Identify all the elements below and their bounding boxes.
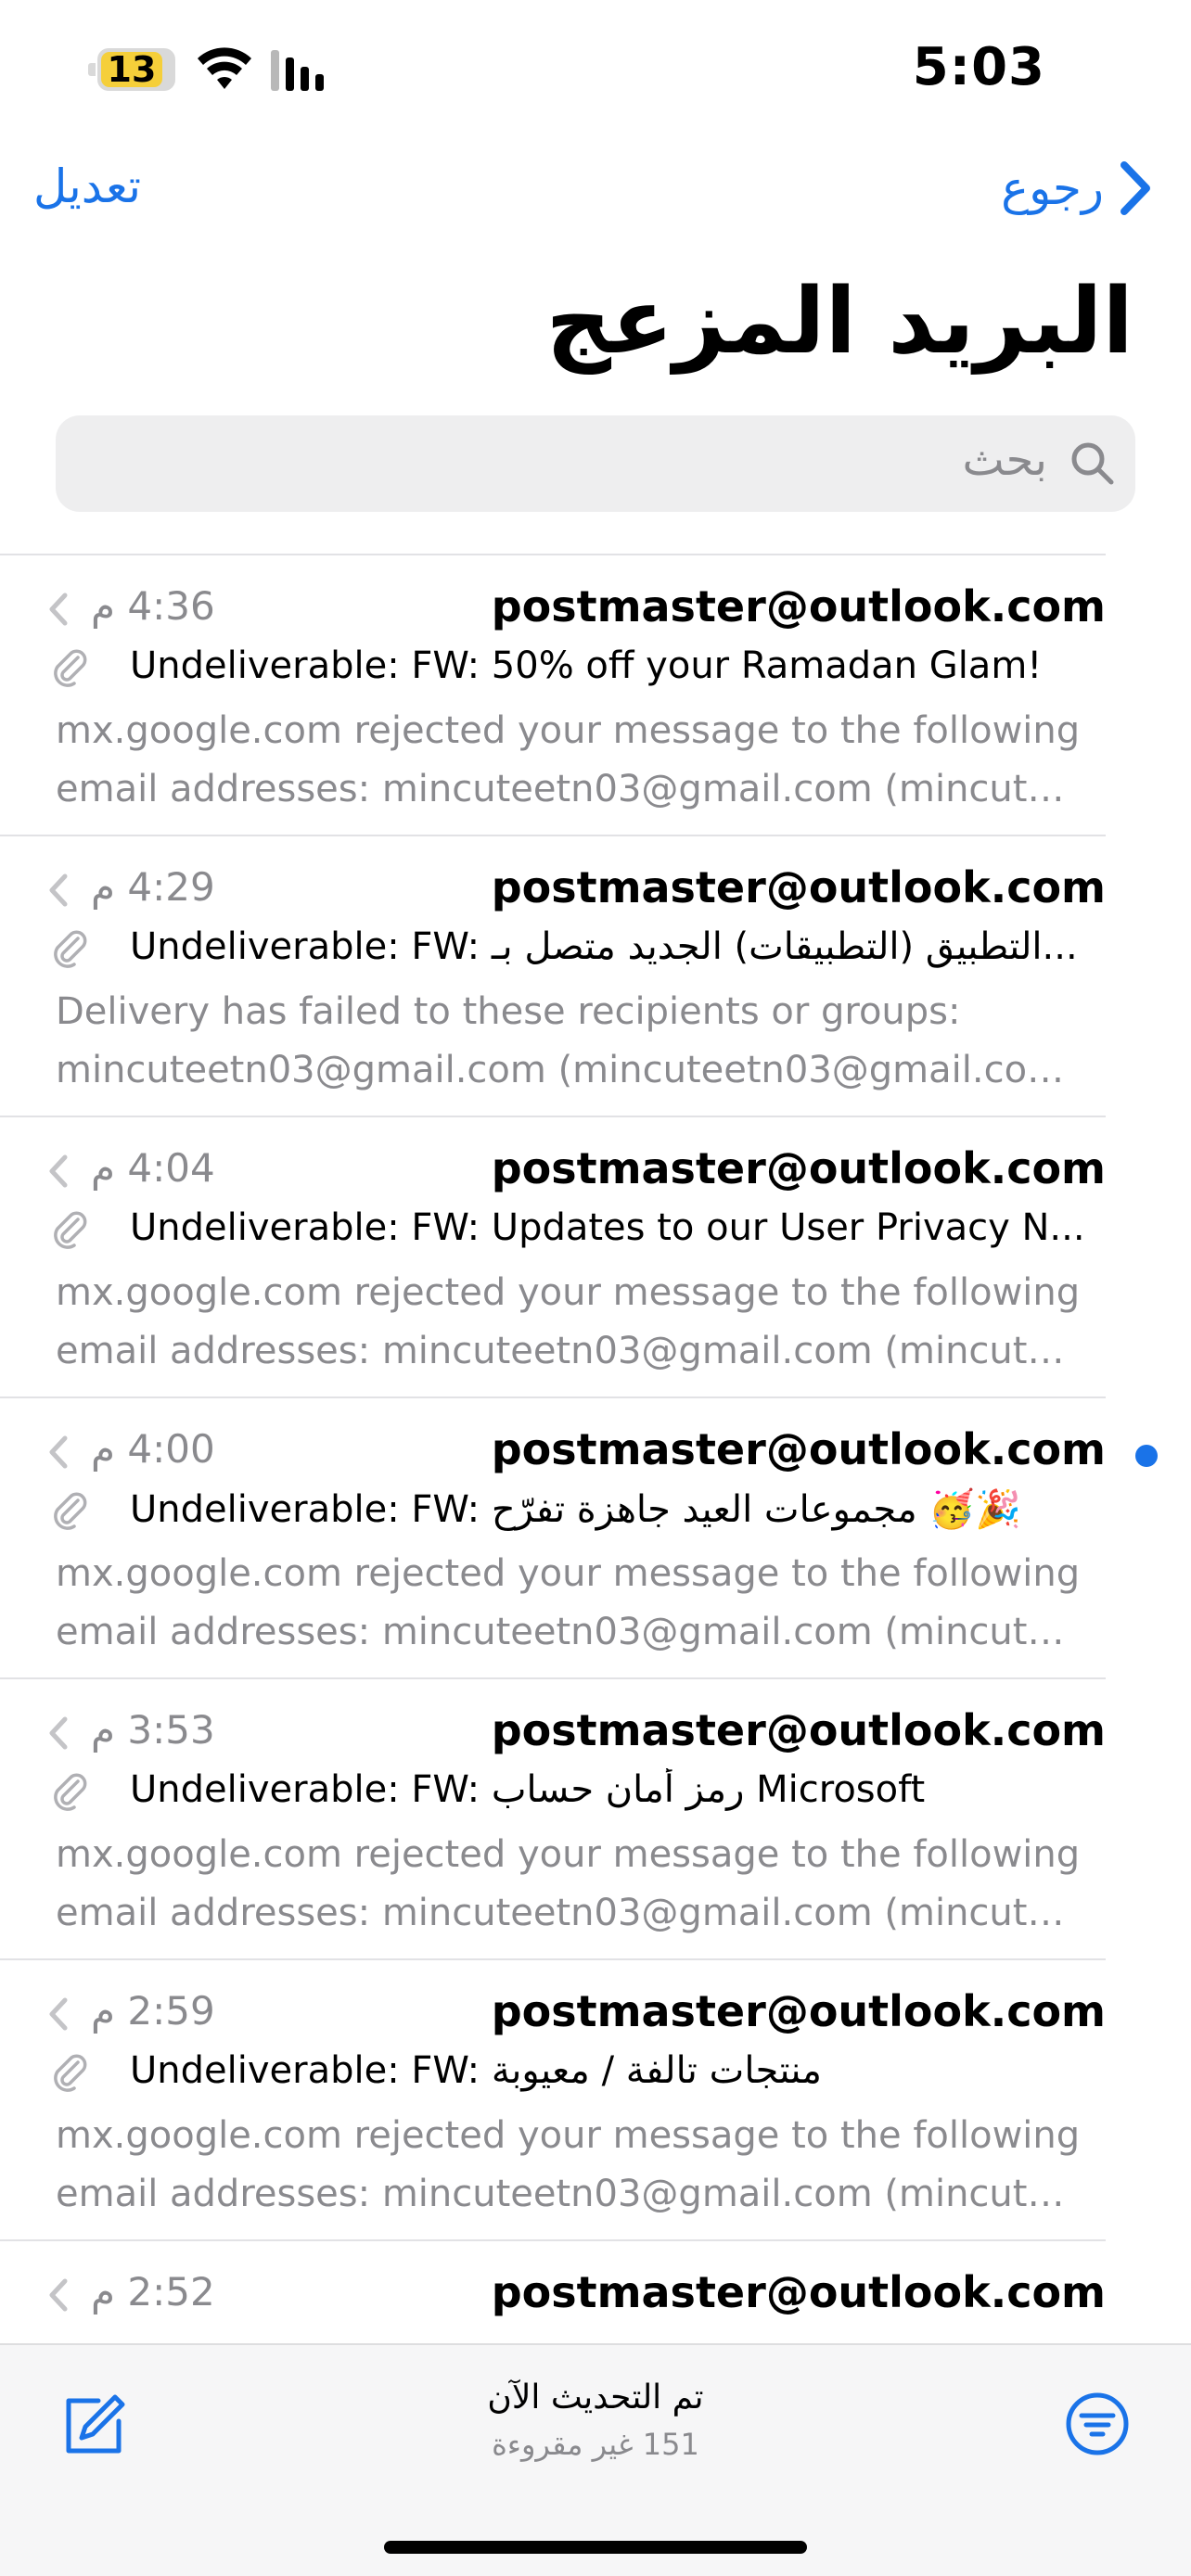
message-row[interactable]: postmaster@outlook.com 4:00 م Undelivera… — [0, 1396, 1191, 1677]
filter-icon[interactable] — [1065, 2391, 1130, 2456]
message-preview: mx.google.com rejected your message to t… — [56, 1833, 1085, 1934]
chevron-right-icon — [1121, 161, 1150, 215]
paperclip-icon — [54, 2054, 87, 2092]
message-preview: mx.google.com rejected your message to t… — [56, 709, 1085, 810]
back-label: رجوع — [1001, 161, 1104, 215]
unread-indicator — [1135, 1445, 1158, 1467]
chevron-left-icon — [49, 1716, 68, 1750]
chevron-left-icon — [49, 2278, 68, 2312]
message-sender: postmaster@outlook.com — [491, 1705, 1106, 1755]
chevron-left-icon — [49, 1997, 68, 2031]
search-icon — [1071, 442, 1114, 485]
message-preview: mx.google.com rejected your message to t… — [56, 2114, 1085, 2215]
paperclip-icon — [54, 1211, 87, 1249]
battery-icon: 13 — [88, 48, 181, 91]
message-sender: postmaster@outlook.com — [491, 1986, 1106, 2036]
message-sender: postmaster@outlook.com — [491, 2267, 1106, 2317]
message-time: 4:00 م — [91, 1426, 215, 1472]
message-subject: Undeliverable: FW: Updates to our User P… — [130, 1206, 1085, 1249]
message-row[interactable]: postmaster@outlook.com 4:04 م Undelivera… — [0, 1116, 1191, 1396]
page-title: البريد المزعج — [545, 269, 1133, 375]
message-time: 4:36 م — [91, 583, 215, 629]
message-time: 4:04 م — [91, 1145, 215, 1191]
paperclip-icon — [54, 1773, 87, 1811]
status-bar: 13 5:03 — [0, 0, 1191, 139]
message-subject: Undeliverable: FW: منتجات تالفة / معيوبة — [130, 2049, 822, 2092]
message-time: 2:59 م — [91, 1988, 215, 2034]
back-button[interactable]: رجوع — [1001, 159, 1154, 217]
search-field[interactable]: بحث — [56, 415, 1135, 512]
message-subject: Undeliverable: FW: مجموعات العيد جاهزة ت… — [130, 1488, 1021, 1531]
wifi-icon — [198, 47, 251, 89]
message-row[interactable]: postmaster@outlook.com 4:29 م Undelivera… — [0, 835, 1191, 1116]
search-placeholder: بحث — [962, 434, 1047, 486]
message-row[interactable]: postmaster@outlook.com 2:52 م — [0, 2239, 1191, 2343]
paperclip-icon — [54, 930, 87, 968]
cellular-signal-icon — [271, 50, 324, 91]
clock: 5:03 — [912, 37, 1045, 97]
message-preview: Delivery has failed to these recipients … — [56, 990, 1085, 1091]
message-row[interactable]: postmaster@outlook.com 3:53 م Undelivera… — [0, 1677, 1191, 1958]
message-subject: Undeliverable: FW: رمز أمان حساب Microso… — [130, 1768, 926, 1811]
chevron-left-icon — [49, 593, 68, 626]
chevron-left-icon — [49, 1154, 68, 1188]
home-indicator[interactable] — [384, 2541, 807, 2554]
message-sender: postmaster@outlook.com — [491, 581, 1106, 631]
message-time: 3:53 م — [91, 1707, 215, 1753]
message-preview: mx.google.com rejected your message to t… — [56, 1552, 1085, 1653]
message-list: postmaster@outlook.com 4:36 م Undelivera… — [0, 554, 1191, 2343]
message-row[interactable]: postmaster@outlook.com 2:59 م Undelivera… — [0, 1958, 1191, 2239]
message-preview: mx.google.com rejected your message to t… — [56, 1271, 1085, 1372]
message-sender: postmaster@outlook.com — [491, 1143, 1106, 1193]
message-subject: Undeliverable: FW: التطبيق (التطبيقات) ا… — [130, 925, 1078, 968]
paperclip-icon — [54, 649, 87, 687]
message-time: 2:52 م — [91, 2269, 215, 2315]
message-sender: postmaster@outlook.com — [491, 862, 1106, 912]
update-status: تم التحديث الآن — [487, 2378, 704, 2417]
edit-button[interactable]: تعديل — [33, 159, 141, 213]
message-subject: Undeliverable: FW: 50% off your Ramadan … — [130, 644, 1043, 687]
battery-level: 13 — [107, 49, 157, 90]
message-row[interactable]: postmaster@outlook.com 4:36 م Undelivera… — [0, 554, 1191, 835]
message-time: 4:29 م — [91, 864, 215, 910]
message-sender: postmaster@outlook.com — [491, 1424, 1106, 1474]
unread-count: 151 غير مقروءة — [492, 2427, 699, 2462]
chevron-left-icon — [49, 874, 68, 907]
paperclip-icon — [54, 1492, 87, 1530]
chevron-left-icon — [49, 1435, 68, 1469]
